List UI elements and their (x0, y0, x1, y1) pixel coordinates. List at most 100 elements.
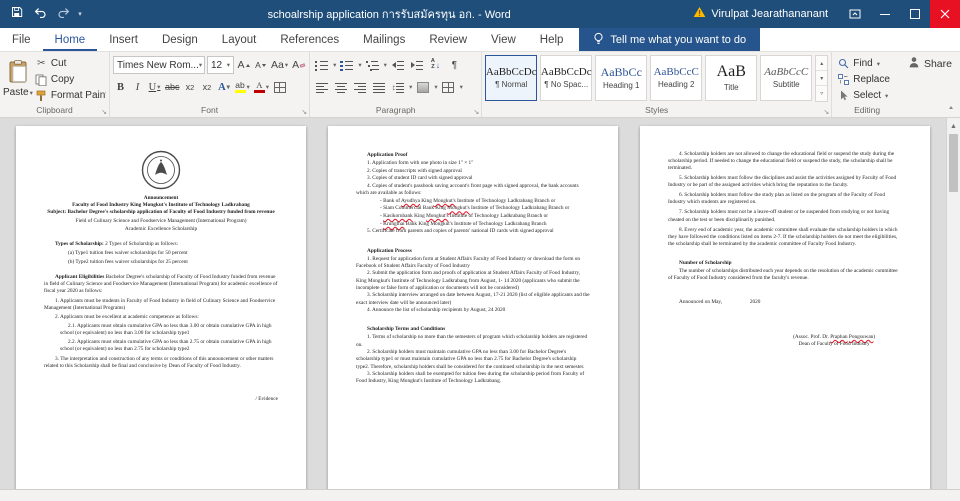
underline-button[interactable]: U ▾ (147, 78, 162, 96)
underline-icon: U (148, 81, 157, 93)
styles-scroll-up-button[interactable]: ▴ (816, 56, 828, 71)
minimize-button[interactable] (870, 0, 900, 28)
change-case-button[interactable]: Aa ▾ (270, 56, 289, 74)
format-painter-icon (35, 90, 48, 102)
font-name-combo[interactable]: Times New Rom... ▾ (113, 56, 205, 74)
bold-button[interactable]: B (113, 78, 128, 96)
document-page-2[interactable]: Application Proof 1. Application form wit… (328, 126, 618, 489)
font-dialog-launcher[interactable]: ↘ (301, 109, 307, 116)
account-warning-icon[interactable] (693, 5, 706, 23)
tab-review[interactable]: Review (417, 28, 479, 51)
doc-text: Subject: Bachelor Degree's scholarship a… (47, 209, 275, 216)
replace-button[interactable]: Replace (835, 72, 892, 87)
signed-in-user[interactable]: Virulpat Jearathananant (711, 8, 828, 20)
doc-text: (b) Type2 tuition fees waiver scholarshi… (68, 258, 188, 265)
superscript-button[interactable]: x2 (200, 78, 215, 96)
style-heading-2[interactable]: AaBbCcC Heading 2 (650, 55, 703, 101)
tab-view[interactable]: View (479, 28, 528, 51)
tab-home[interactable]: Home (43, 28, 98, 51)
shrink-font-button[interactable]: A (253, 56, 268, 74)
doc-text: / Evidence (255, 395, 278, 402)
text-effects-button[interactable]: A ▾ (217, 78, 232, 96)
document-page-1[interactable]: Announcement Faculty of Food Industry Kin… (16, 126, 306, 489)
doc-text: The number of scholarships distributed e… (668, 268, 898, 282)
document-page-3[interactable]: 4. Scholarship holders are not allowed t… (640, 126, 930, 489)
doc-text: 3. Copies of student ID card with signed… (367, 175, 473, 182)
tab-insert[interactable]: Insert (97, 28, 150, 51)
tab-help[interactable]: Help (528, 28, 576, 51)
spellcheck-word: Krungthai (383, 220, 405, 227)
italic-button[interactable]: I (130, 78, 145, 96)
format-painter-button[interactable]: Format Painter (33, 88, 106, 103)
shrink-font-icon: A (255, 60, 261, 70)
redo-button[interactable] (52, 2, 74, 26)
styles-scroll-down-button[interactable]: ▾ (816, 71, 828, 86)
shading-button[interactable] (414, 78, 431, 96)
close-button[interactable] (930, 0, 960, 28)
scrollbar-thumb[interactable] (949, 134, 958, 192)
justify-button[interactable] (370, 78, 387, 96)
vertical-scrollbar[interactable]: ▲ (946, 118, 960, 489)
style-normal[interactable]: AaBbCcDc ¶ Normal (485, 55, 538, 101)
borders-button[interactable] (440, 78, 457, 96)
font-size-combo[interactable]: 12 ▾ (207, 56, 234, 74)
doc-text: Faculty of Food Industry King Mongkut's … (72, 202, 250, 209)
numbering-button[interactable] (338, 56, 355, 74)
grow-font-button[interactable]: A (236, 56, 251, 74)
line-spacing-caret-icon: ▾ (409, 84, 413, 91)
doc-text: 4. Copies of student's passbook saving a… (356, 183, 579, 197)
scrollbar-up-arrow-icon[interactable]: ▲ (950, 120, 957, 132)
redo-icon (57, 5, 70, 23)
multilevel-list-button[interactable] (364, 56, 381, 74)
select-button[interactable]: Select ▾ (835, 88, 892, 103)
tab-design[interactable]: Design (150, 28, 210, 51)
doc-text: 6. Scholarship holders must follow the s… (668, 192, 885, 206)
paste-button[interactable]: Paste▾ (3, 54, 33, 104)
decrease-indent-button[interactable] (389, 56, 406, 74)
cut-button[interactable]: ✂ Cut (33, 56, 106, 71)
tab-layout[interactable]: Layout (210, 28, 269, 51)
doc-text: Application Proof (367, 152, 408, 158)
tell-me-box[interactable]: Tell me what you want to do (579, 28, 761, 51)
borders-icon (442, 81, 455, 93)
copy-button[interactable]: Copy (33, 72, 106, 87)
character-border-button[interactable] (272, 78, 287, 96)
bullets-button[interactable] (313, 56, 330, 74)
sort-button[interactable]: A Z ↓ (427, 56, 444, 74)
style-subtitle[interactable]: AaBbCcC Subtitle (760, 55, 813, 101)
ribbon-display-options-button[interactable] (840, 0, 870, 28)
style-no-spac[interactable]: AaBbCcDc ¶ No Spac... (540, 55, 593, 101)
align-left-button[interactable] (313, 78, 330, 96)
find-button[interactable]: Find ▾ (835, 56, 892, 71)
clipboard-dialog-launcher[interactable]: ↘ (101, 109, 107, 116)
tab-file[interactable]: File (0, 28, 43, 51)
justify-icon (372, 81, 385, 93)
maximize-button[interactable] (900, 0, 930, 28)
share-button[interactable]: Share (908, 56, 952, 71)
collapse-ribbon-button[interactable] (948, 96, 953, 114)
strikethrough-button[interactable]: abc (164, 78, 181, 96)
spellcheck-word: Mongkut's (433, 197, 456, 204)
clear-formatting-button[interactable]: A (291, 56, 306, 74)
paragraph-dialog-launcher[interactable]: ↘ (473, 109, 479, 116)
align-right-button[interactable] (351, 78, 368, 96)
undo-button[interactable] (29, 2, 51, 26)
customize-qat-button[interactable]: ▾ (75, 10, 85, 18)
style-heading-1[interactable]: AaBbCc Heading 1 (595, 55, 648, 101)
font-color-button[interactable]: A ▾ (253, 78, 270, 96)
increase-indent-button[interactable] (408, 56, 425, 74)
tab-mailings[interactable]: Mailings (351, 28, 417, 51)
doc-text: - Kasikornbank King Mongkut's Institute … (380, 213, 549, 220)
styles-dialog-launcher[interactable]: ↘ (823, 109, 829, 116)
show-formatting-marks-button[interactable]: ¶ (446, 56, 463, 74)
tab-references[interactable]: References (268, 28, 351, 51)
styles-more-button[interactable]: ▿ (816, 86, 827, 101)
subscript-digit: 2 (190, 82, 195, 92)
save-button[interactable] (6, 2, 28, 26)
text-highlight-button[interactable]: ab ▾ (234, 78, 251, 96)
doc-text: Announced on May, 2020 (679, 298, 761, 305)
align-center-button[interactable] (332, 78, 349, 96)
style-title[interactable]: AaB Title (705, 55, 758, 101)
subscript-button[interactable]: x2 (183, 78, 198, 96)
line-spacing-button[interactable]: ↕ (389, 78, 406, 96)
